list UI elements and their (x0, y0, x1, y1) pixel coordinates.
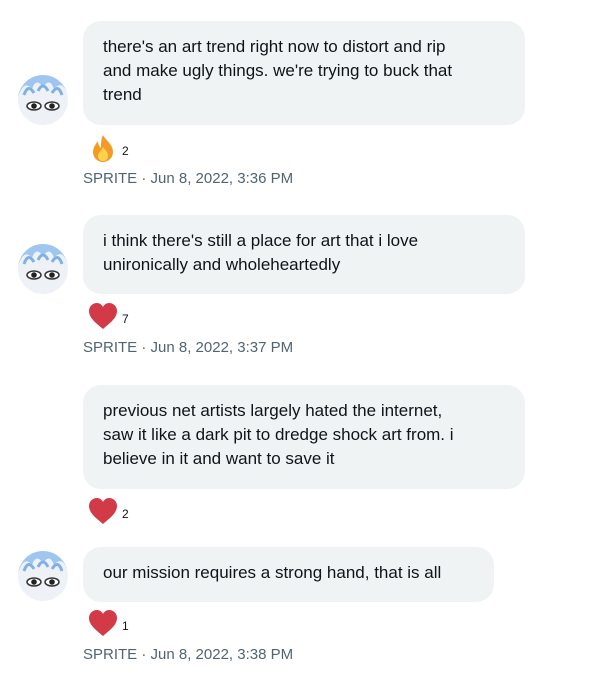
message-meta: SPRITE · Jun 8, 2022, 3:36 PM (83, 170, 294, 187)
message-bubble[interactable]: our mission requires a strong hand, that… (83, 547, 494, 602)
message-text-line: i think there's still a place for art th… (103, 231, 419, 250)
heart-icon (88, 609, 118, 637)
reaction[interactable]: 2 (88, 133, 129, 163)
message-text-line: saw it like a dark pit to dredge shock a… (103, 425, 454, 444)
reaction-count: 1 (122, 619, 129, 633)
reaction-count: 2 (122, 144, 129, 158)
message-text-line: our mission requires a strong hand, that… (103, 563, 442, 582)
message-bubble[interactable]: there's an art trend right now to distor… (83, 21, 525, 125)
reaction-count: 7 (122, 312, 129, 326)
reaction[interactable]: 1 (88, 609, 129, 637)
avatar[interactable] (18, 75, 68, 125)
reaction-count: 2 (122, 507, 129, 521)
fire-icon (88, 133, 118, 163)
reaction[interactable]: 7 (88, 302, 129, 330)
message-text-line: trend (103, 85, 142, 104)
message-text-line: believe in it and want to save it (103, 449, 335, 468)
avatar[interactable] (18, 244, 68, 294)
message-text-line: and make ugly things. we're trying to bu… (103, 61, 453, 80)
message-meta: SPRITE · Jun 8, 2022, 3:38 PM (83, 646, 294, 663)
reaction[interactable]: 2 (88, 497, 129, 525)
heart-icon (88, 302, 118, 330)
message-text-line: there's an art trend right now to distor… (103, 37, 446, 56)
message-bubble[interactable]: i think there's still a place for art th… (83, 215, 525, 294)
message-bubble[interactable]: previous net artists largely hated the i… (83, 385, 525, 489)
heart-icon (88, 497, 118, 525)
avatar[interactable] (18, 551, 68, 601)
message-meta: SPRITE · Jun 8, 2022, 3:37 PM (83, 339, 294, 356)
message-text-line: unironically and wholeheartedly (103, 255, 341, 274)
message-text-line: previous net artists largely hated the i… (103, 401, 443, 420)
